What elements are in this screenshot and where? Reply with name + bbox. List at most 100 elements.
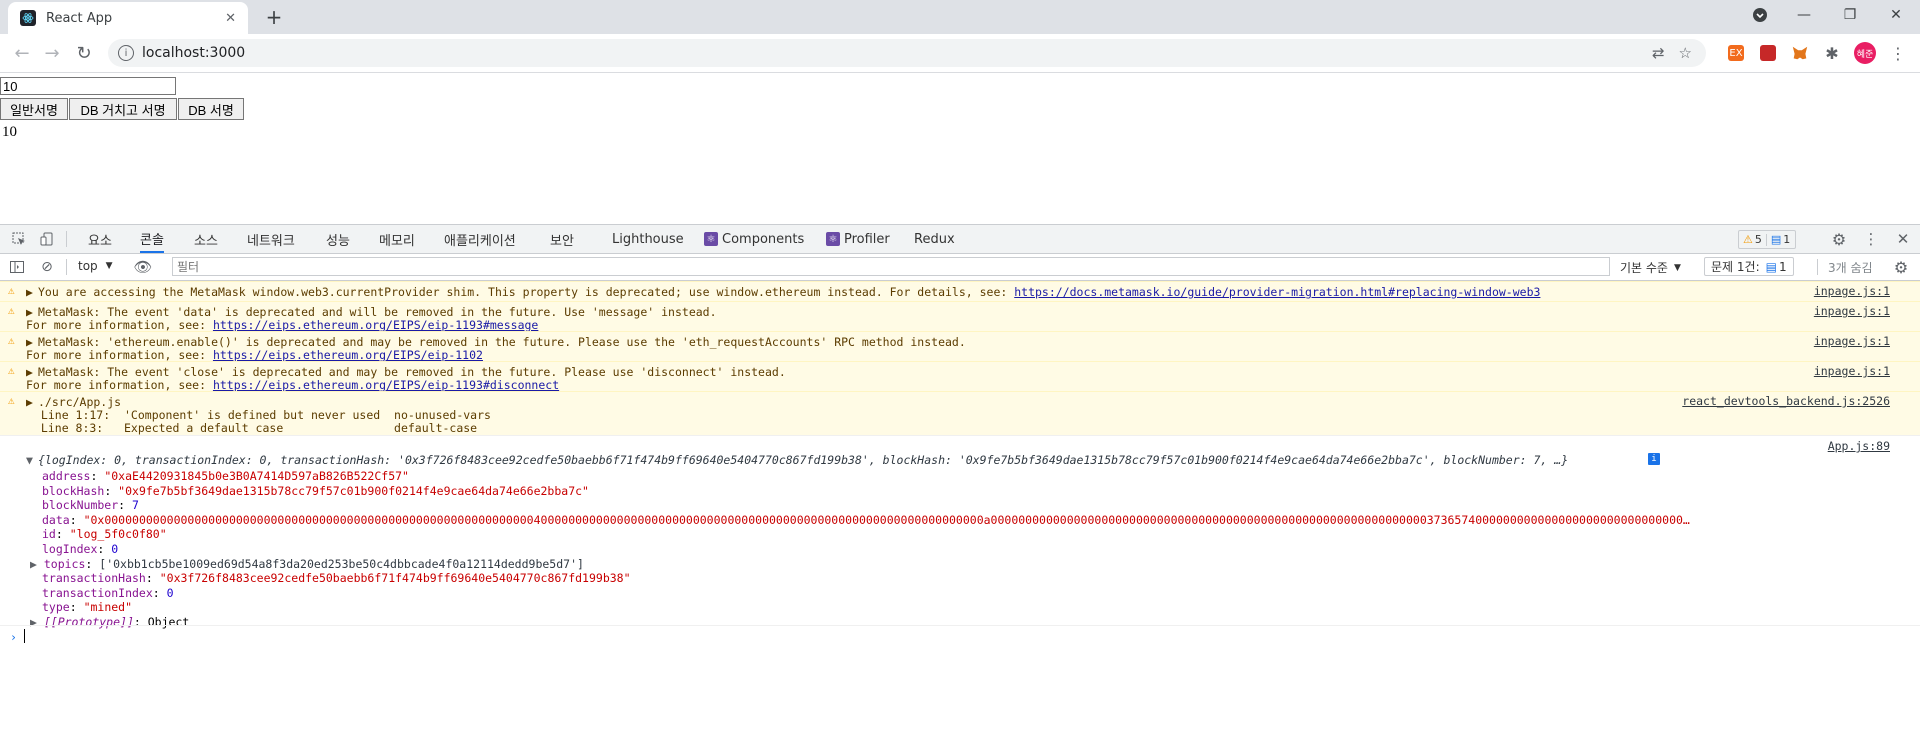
db-sign-button[interactable]: DB 서명 bbox=[178, 98, 244, 120]
warning-text: MetaMask: 'ethereum.enable()' is depreca… bbox=[38, 335, 966, 349]
issues-button[interactable]: 문제 1건: ▤ 1 bbox=[1704, 257, 1794, 276]
object-summary[interactable]: {logIndex: 0, transactionIndex: 0, trans… bbox=[38, 453, 1568, 467]
translate-icon[interactable]: ⇄ bbox=[1652, 44, 1665, 62]
warning-link[interactable]: https://docs.metamask.io/guide/provider-… bbox=[1014, 285, 1540, 299]
property-value: "0xaE4420931845b0e3B0A7414D597aB826B522C… bbox=[104, 469, 409, 483]
address-url: localhost:3000 bbox=[142, 45, 246, 61]
close-devtools-icon[interactable]: ✕ bbox=[1894, 230, 1912, 248]
tab-performance[interactable]: 성능 bbox=[326, 225, 350, 253]
issues-counter[interactable]: ⚠ 5 ▤ 1 bbox=[1738, 230, 1797, 249]
source-link[interactable]: inpage.js:1 bbox=[1814, 284, 1890, 298]
context-selector[interactable]: top ▼ bbox=[78, 259, 113, 273]
expand-arrow-icon[interactable]: ▶ bbox=[26, 285, 33, 299]
device-toolbar-icon[interactable] bbox=[38, 230, 56, 248]
tab-components[interactable]: ⚛ Components bbox=[704, 225, 804, 253]
extensions-puzzle-icon[interactable]: ✱ bbox=[1822, 43, 1842, 63]
tab-search-icon[interactable] bbox=[1738, 0, 1782, 30]
console-warning: ⚠ ▶ MetaMask: The event 'data' is deprec… bbox=[0, 301, 1920, 332]
collapse-arrow-icon[interactable]: ▼ bbox=[26, 453, 33, 467]
tab-memory[interactable]: 메모리 bbox=[379, 225, 415, 253]
tab-profiler[interactable]: ⚛ Profiler bbox=[826, 225, 890, 253]
source-link[interactable]: App.js:89 bbox=[1828, 439, 1890, 453]
tab-security[interactable]: 보안 bbox=[550, 225, 574, 253]
clear-console-icon[interactable]: ⊘ bbox=[38, 258, 56, 276]
forward-icon[interactable]: → bbox=[38, 39, 66, 67]
source-link[interactable]: inpage.js:1 bbox=[1814, 304, 1890, 318]
separator: : bbox=[69, 600, 84, 615]
tab-sources[interactable]: 소스 bbox=[194, 225, 218, 253]
source-link[interactable]: react_devtools_backend.js:2526 bbox=[1682, 394, 1890, 408]
browser-tab[interactable]: React App ✕ bbox=[8, 2, 248, 34]
tab-lighthouse[interactable]: Lighthouse bbox=[612, 225, 684, 253]
extension-orange-icon[interactable]: EX bbox=[1728, 45, 1744, 61]
normal-sign-button[interactable]: 일반서명 bbox=[0, 98, 68, 120]
log-level-selector[interactable]: 기본 수준 ▼ bbox=[1620, 259, 1681, 276]
separator: : bbox=[145, 571, 160, 586]
close-tab-icon[interactable]: ✕ bbox=[225, 11, 236, 26]
react-profiler-icon: ⚛ bbox=[826, 232, 840, 246]
new-tab-button[interactable]: + bbox=[260, 4, 288, 30]
warning-icon: ⚠ bbox=[8, 304, 15, 317]
react-components-icon: ⚛ bbox=[704, 232, 718, 246]
close-window-icon[interactable]: ✕ bbox=[1874, 0, 1918, 30]
source-link[interactable]: inpage.js:1 bbox=[1814, 334, 1890, 348]
tab-application[interactable]: 애플리케이션 bbox=[444, 225, 516, 253]
address-bar[interactable]: i localhost:3000 ⇄ ☆ bbox=[108, 39, 1706, 67]
warning-line: For more information, see: https://eips.… bbox=[26, 378, 559, 392]
divider bbox=[1765, 233, 1767, 246]
warning-text: For more information, see: bbox=[26, 348, 213, 362]
restore-icon[interactable]: ❐ bbox=[1828, 0, 1872, 30]
warning-line: You are accessing the MetaMask window.we… bbox=[38, 285, 1540, 299]
profile-avatar[interactable]: 혜준 bbox=[1854, 42, 1876, 64]
expand-arrow-icon[interactable]: ▶ bbox=[26, 335, 33, 349]
tab-redux[interactable]: Redux bbox=[914, 225, 955, 253]
tab-network[interactable]: 네트워크 bbox=[247, 225, 295, 253]
expand-arrow-icon[interactable]: ▶ bbox=[26, 395, 33, 409]
tab-console[interactable]: 콘솔 bbox=[140, 225, 164, 253]
metamask-fox-icon[interactable] bbox=[1790, 43, 1810, 63]
tab-elements[interactable]: 요소 bbox=[88, 225, 112, 253]
warning-link[interactable]: https://eips.ethereum.org/EIPS/eip-1193#… bbox=[213, 318, 538, 332]
console-output: ⚠ ▶ You are accessing the MetaMask windo… bbox=[0, 281, 1920, 738]
settings-gear-icon[interactable]: ⚙ bbox=[1830, 230, 1848, 249]
property-key: transactionIndex bbox=[42, 585, 153, 600]
more-options-icon[interactable]: ⋮ bbox=[1862, 230, 1880, 248]
back-icon[interactable]: ← bbox=[8, 39, 36, 67]
dropdown-arrow-icon: ▼ bbox=[1673, 262, 1681, 273]
info-icon[interactable]: i bbox=[1648, 453, 1660, 465]
warning-link[interactable]: https://eips.ethereum.org/EIPS/eip-1193#… bbox=[213, 378, 559, 392]
reload-icon[interactable]: ↻ bbox=[70, 39, 98, 67]
page-content: 일반서명 DB 거치고 서명 DB 서명 10 bbox=[0, 73, 1920, 225]
console-filter-input[interactable] bbox=[172, 257, 1610, 276]
property-value: "log_5f0c0f80" bbox=[69, 527, 167, 542]
extension-red-icon[interactable] bbox=[1760, 45, 1776, 61]
expand-arrow-icon[interactable]: ▶ bbox=[26, 305, 33, 319]
expand-arrow-icon[interactable]: ▶ bbox=[30, 557, 44, 571]
property-key: topics bbox=[43, 556, 86, 571]
property-row: transactionIndex: 0 bbox=[42, 586, 174, 600]
property-row[interactable]: ▶ topics: ['0xbb1cb5be1009ed69d54a8f3da2… bbox=[30, 556, 584, 571]
property-value: "mined" bbox=[83, 600, 133, 615]
live-expression-eye-icon[interactable]: 👁 bbox=[133, 258, 152, 276]
console-settings-gear-icon[interactable]: ⚙ bbox=[1892, 258, 1910, 277]
divider bbox=[66, 259, 67, 275]
separator: : bbox=[104, 483, 119, 498]
tab-strip: React App ✕ + — ❐ ✕ bbox=[0, 0, 1920, 34]
number-input[interactable] bbox=[0, 77, 176, 95]
property-key: transactionHash bbox=[42, 571, 146, 586]
result-text: 10 bbox=[2, 124, 17, 140]
warning-icon: ⚠ bbox=[8, 334, 15, 347]
source-link[interactable]: inpage.js:1 bbox=[1814, 364, 1890, 378]
chrome-menu-icon[interactable]: ⋮ bbox=[1888, 43, 1908, 63]
warning-link[interactable]: https://eips.ethereum.org/EIPS/eip-1102 bbox=[213, 348, 483, 362]
hidden-count: 3개 숨김 bbox=[1828, 261, 1873, 275]
sidebar-toggle-icon[interactable] bbox=[8, 258, 26, 276]
inspect-element-icon[interactable] bbox=[10, 230, 28, 248]
bookmark-star-icon[interactable]: ☆ bbox=[1679, 44, 1692, 62]
site-info-icon[interactable]: i bbox=[118, 45, 134, 61]
console-prompt[interactable]: › bbox=[0, 625, 1920, 645]
db-via-sign-button[interactable]: DB 거치고 서명 bbox=[69, 98, 177, 120]
minimize-icon[interactable]: — bbox=[1782, 0, 1826, 30]
expand-arrow-icon[interactable]: ▶ bbox=[26, 365, 33, 379]
warning-icon: ⚠ bbox=[8, 364, 15, 377]
